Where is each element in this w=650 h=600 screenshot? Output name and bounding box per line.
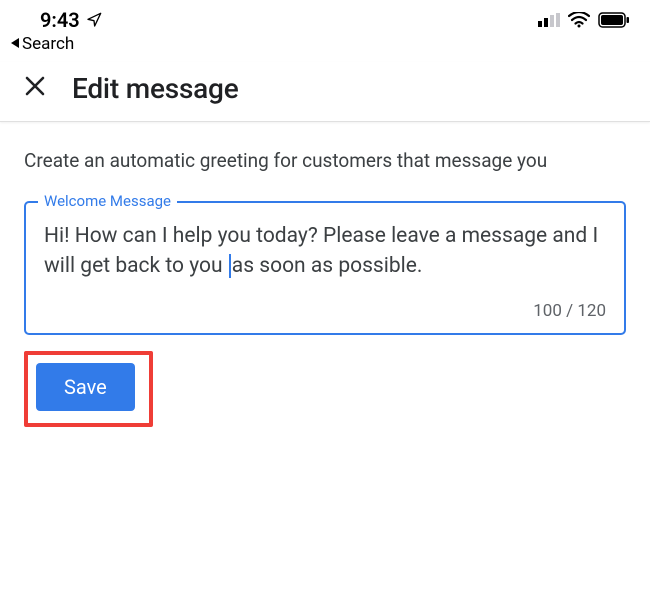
field-label: Welcome Message: [38, 192, 177, 210]
content-area: Create an automatic greeting for custome…: [0, 122, 650, 447]
battery-icon: [598, 12, 630, 28]
back-to-search[interactable]: Search: [0, 34, 650, 62]
cellular-signal-icon: [538, 13, 560, 27]
message-text-after: as soon as possible.: [232, 254, 423, 278]
location-icon: [86, 12, 102, 28]
page-title: Edit message: [72, 72, 239, 105]
status-bar: 9:43: [0, 0, 650, 34]
welcome-message-field[interactable]: Welcome Message Hi! How can I help you t…: [24, 201, 626, 336]
back-triangle-icon: [10, 34, 20, 54]
save-button[interactable]: Save: [36, 363, 135, 411]
header-bar: Edit message: [0, 62, 650, 122]
wifi-icon: [568, 12, 590, 28]
subtitle-text: Create an automatic greeting for custome…: [24, 148, 626, 175]
status-left: 9:43: [40, 8, 102, 32]
text-cursor: [229, 254, 231, 278]
status-time: 9:43: [40, 8, 80, 32]
character-count: 100 / 120: [44, 301, 606, 321]
back-label: Search: [22, 34, 74, 54]
message-textarea[interactable]: Hi! How can I help you today? Please lea…: [44, 221, 606, 282]
status-right: [538, 12, 630, 28]
save-highlight-box: Save: [24, 351, 153, 427]
close-icon[interactable]: [24, 75, 46, 102]
